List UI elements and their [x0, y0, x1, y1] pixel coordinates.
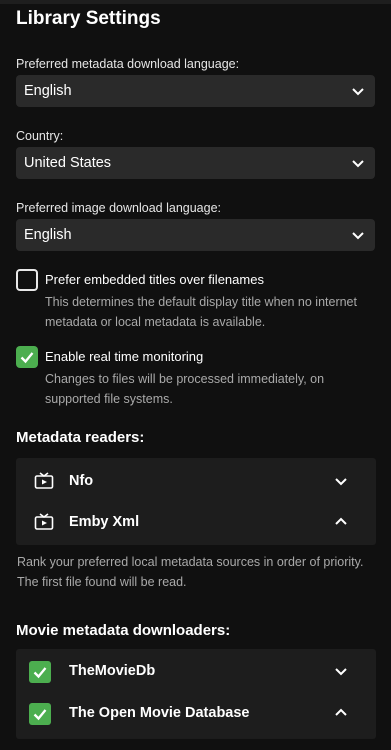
page-title: Library Settings: [16, 8, 161, 29]
top-bar: [0, 0, 391, 4]
omdb-checkbox[interactable]: [29, 703, 51, 725]
metadata-language-value: English: [24, 83, 72, 99]
chevron-up-icon[interactable]: [334, 515, 348, 529]
chevron-down-icon[interactable]: [334, 474, 348, 488]
image-language-select[interactable]: English: [16, 219, 375, 251]
realtime-monitoring-description: Changes to files will be processed immed…: [45, 372, 325, 406]
embedded-titles-label: Prefer embedded titles over filenames: [45, 272, 264, 287]
realtime-monitoring-checkbox[interactable]: [16, 346, 38, 368]
downloader-item-omdb[interactable]: The Open Movie Database: [16, 693, 376, 733]
metadata-readers-description: Rank your preferred local metadata sourc…: [17, 555, 364, 589]
movie-downloaders-heading: Movie metadata downloaders:: [16, 622, 231, 639]
country-select[interactable]: United States: [16, 147, 375, 179]
country-value: United States: [24, 155, 112, 171]
checkmark-icon: [20, 352, 34, 364]
metadata-readers-list: Nfo Emby Xml: [16, 458, 376, 545]
country-label: Country:: [16, 129, 64, 143]
metadata-language-select[interactable]: English: [16, 75, 375, 107]
chevron-down-icon[interactable]: [334, 664, 348, 678]
realtime-monitoring-label: Enable real time monitoring: [45, 349, 204, 364]
downloader-name: TheMovieDb: [69, 663, 156, 679]
chevron-up-icon[interactable]: [334, 706, 348, 720]
reader-name: Emby Xml: [69, 514, 140, 530]
embedded-titles-checkbox[interactable]: [16, 269, 38, 291]
metadata-readers-heading: Metadata readers:: [16, 429, 145, 446]
checkmark-icon: [33, 709, 47, 721]
downloader-name: The Open Movie Database: [69, 705, 250, 721]
reader-name: Nfo: [69, 473, 94, 489]
metadata-language-label: Preferred metadata download language:: [16, 57, 240, 71]
themoviedb-checkbox[interactable]: [29, 661, 51, 683]
tv-icon: [34, 472, 54, 489]
image-language-value: English: [24, 227, 72, 243]
scroll-fade: [0, 738, 391, 750]
reader-item-emby-xml[interactable]: Emby Xml: [16, 502, 376, 542]
chevron-down-icon: [352, 160, 364, 168]
image-language-label: Preferred image download language:: [16, 201, 221, 215]
checkmark-icon: [33, 667, 47, 679]
tv-icon: [34, 513, 54, 530]
reader-item-nfo[interactable]: Nfo: [16, 461, 376, 501]
chevron-down-icon: [352, 232, 364, 240]
downloader-item-themoviedb[interactable]: TheMovieDb: [16, 651, 376, 691]
chevron-down-icon: [352, 88, 364, 96]
movie-downloaders-list: TheMovieDb The Open Movie Database: [16, 649, 376, 739]
embedded-titles-description: This determines the default display titl…: [45, 295, 357, 329]
